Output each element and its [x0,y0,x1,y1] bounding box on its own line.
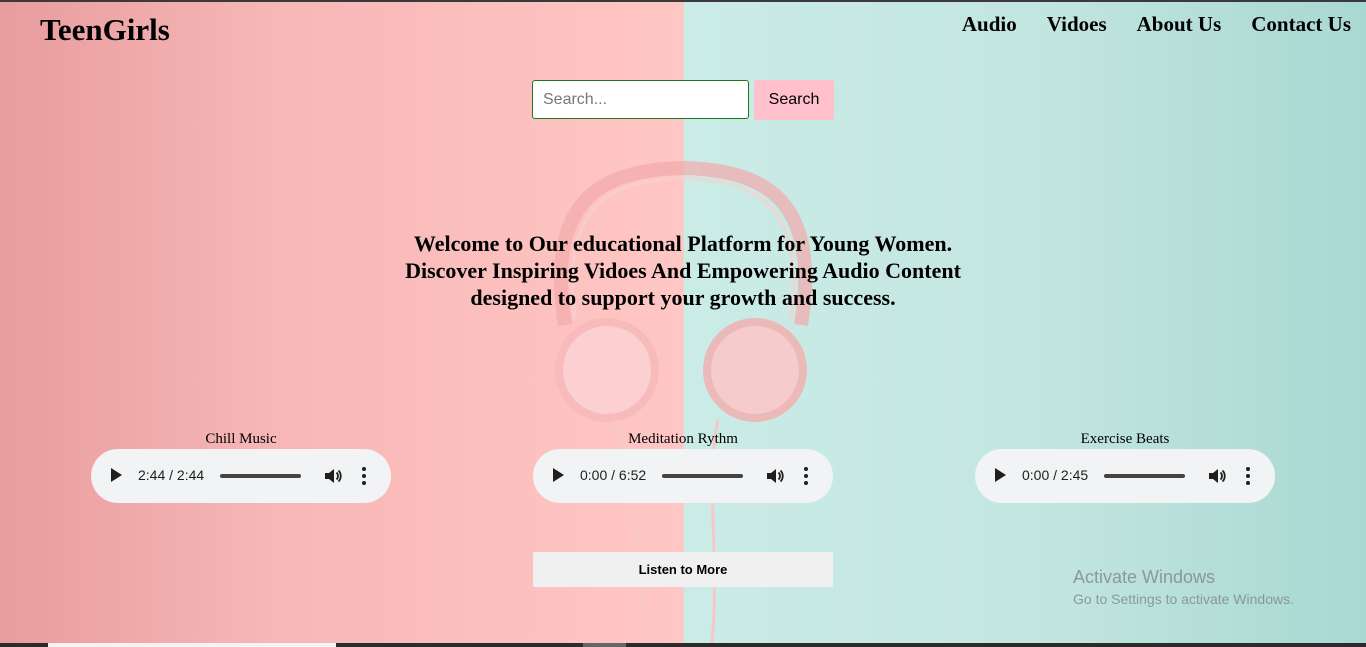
progress-slider[interactable] [220,474,301,478]
horizontal-scrollbar[interactable] [0,643,1366,647]
top-border [0,0,1366,2]
nav-item-audio[interactable]: Audio [962,12,1017,37]
audio-player-chill-music: 2:44 / 2:44 [91,449,391,503]
activate-windows-watermark: Activate Windows Go to Settings to activ… [1073,567,1294,607]
scrollbar-thumb[interactable] [48,643,336,647]
nav-item-about-us[interactable]: About Us [1137,12,1222,37]
track-title: Chill Music [205,431,277,447]
volume-icon[interactable] [323,466,343,486]
time-display: 0:00 / 6:52 [580,467,647,483]
more-options-icon[interactable] [804,467,808,485]
listen-to-more-button[interactable]: Listen to More [533,552,833,587]
search-input[interactable] [532,80,749,119]
more-options-icon[interactable] [1246,467,1250,485]
nav-item-contact-us[interactable]: Contact Us [1251,12,1351,37]
scrollbar-segment [583,643,626,647]
main-nav: Audio Vidoes About Us Contact Us [962,12,1351,37]
audio-player-meditation-rythm: 0:00 / 6:52 [533,449,833,503]
volume-icon[interactable] [765,466,785,486]
welcome-line-1: Welcome to Our educational Platform for … [413,231,953,256]
play-icon[interactable] [111,468,122,482]
nav-item-videos[interactable]: Vidoes [1047,12,1107,37]
progress-slider[interactable] [1104,474,1185,478]
watermark-subtitle: Go to Settings to activate Windows. [1073,591,1294,607]
more-options-icon[interactable] [362,467,366,485]
volume-icon[interactable] [1207,466,1227,486]
watermark-title: Activate Windows [1073,567,1216,587]
welcome-line-2: Discover Inspiring Vidoes And Empowering… [405,258,961,283]
audio-player-exercise-beats: 0:00 / 2:45 [975,449,1275,503]
search-button[interactable]: Search [754,80,834,120]
time-display: 0:00 / 2:45 [1022,467,1089,483]
track-title: Exercise Beats [1080,431,1170,447]
welcome-line-3: designed to support your growth and succ… [470,285,896,310]
site-logo[interactable]: TeenGirls [40,12,170,48]
welcome-text: Welcome to Our educational Platform for … [333,230,1033,311]
play-icon[interactable] [553,468,564,482]
time-display: 2:44 / 2:44 [138,467,205,483]
progress-slider[interactable] [662,474,743,478]
play-icon[interactable] [995,468,1006,482]
track-title: Meditation Rythm [628,431,738,447]
